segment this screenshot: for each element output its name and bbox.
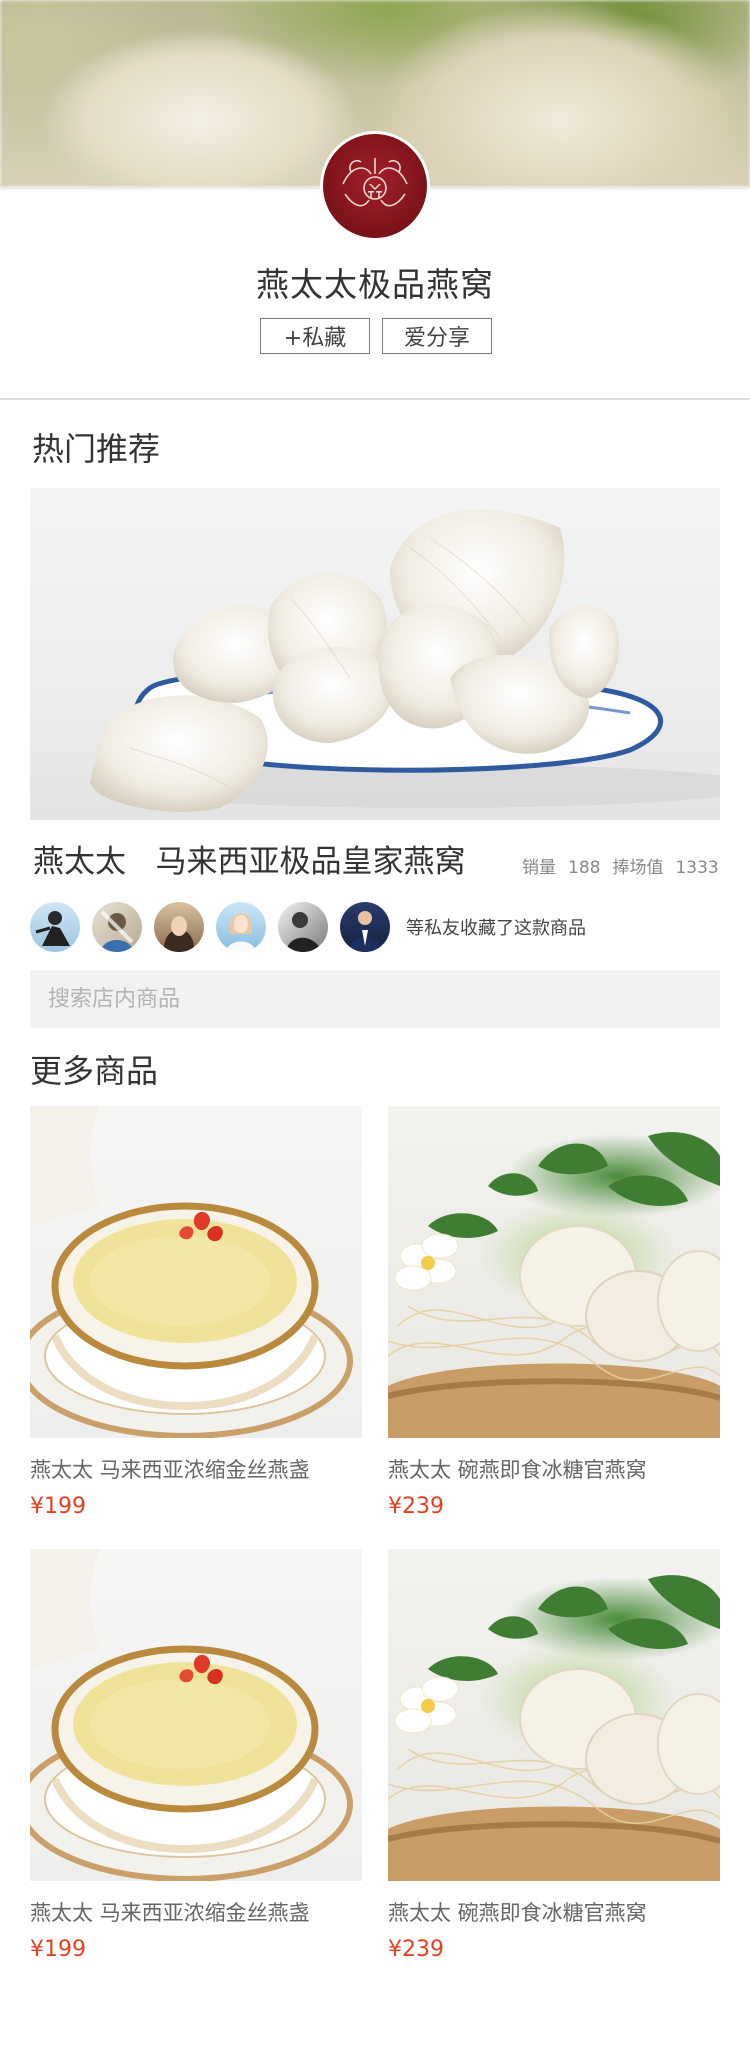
product-price: ¥239 [388,1494,444,1519]
fan-avatar[interactable] [216,902,266,952]
hot-product-image[interactable] [30,488,720,820]
product-image-soup[interactable] [30,1549,362,1881]
collect-shop-button[interactable]: +私藏 [260,318,370,354]
shop-search-input[interactable] [46,985,720,1013]
shop-search-bar[interactable] [30,970,720,1028]
fan-avatar[interactable] [278,902,328,952]
product-card[interactable]: 燕太太 碗燕即食冰糖官燕窝 ¥239 [388,1549,720,1962]
shop-logo[interactable] [320,131,430,241]
product-name[interactable]: 燕太太 碗燕即食冰糖官燕窝 [388,1454,720,1484]
shop-logo-emblem-icon [342,158,408,207]
soup-bowl-illustration [30,1106,353,1438]
product-price: ¥239 [388,1937,444,1962]
nest-plate-illustration [388,1575,720,1881]
fans-note: 等私友收藏了这款商品 [406,918,586,939]
product-name[interactable]: 燕太太 碗燕即食冰糖官燕窝 [388,1897,720,1927]
fan-avatar[interactable] [92,902,142,952]
product-image-nest[interactable] [388,1106,720,1438]
fan-avatar[interactable] [154,902,204,952]
product-image-nest[interactable] [388,1549,720,1881]
more-section-title: 更多商品 [30,1052,159,1090]
product-name[interactable]: 燕太太 马来西亚浓缩金丝燕盏 [30,1454,362,1484]
section-divider [0,398,750,400]
hype-label: 捧场值 [612,858,664,878]
hot-product-title[interactable]: 燕太太 马来西亚极品皇家燕窝 [33,836,466,881]
product-name[interactable]: 燕太太 马来西亚浓缩金丝燕盏 [30,1897,362,1927]
bird-nest-spoon-illustration [90,509,720,812]
fan-avatar[interactable] [30,902,80,952]
hype-value: 1333 [675,858,719,878]
fan-avatar[interactable] [340,902,390,952]
sales-value: 188 [568,858,601,878]
hot-product-stats: 销量 188 捧场值 1333 [522,853,731,878]
soup-bowl-illustration [30,1549,353,1881]
fans-list: 等私友收藏了这款商品 [30,902,586,952]
product-price: ¥199 [30,1937,86,1962]
share-shop-button[interactable]: 爱分享 [382,318,492,354]
product-card[interactable]: 燕太太 马来西亚浓缩金丝燕盏 ¥199 [30,1106,362,1519]
product-price: ¥199 [30,1494,86,1519]
hot-section-title: 热门推荐 [32,430,161,468]
product-card[interactable]: 燕太太 碗燕即食冰糖官燕窝 ¥239 [388,1106,720,1519]
product-card[interactable]: 燕太太 马来西亚浓缩金丝燕盏 ¥199 [30,1549,362,1962]
sales-label: 销量 [522,858,556,878]
product-image-soup[interactable] [30,1106,362,1438]
nest-plate-illustration [388,1132,720,1438]
shop-name: 燕太太极品燕窝 [256,265,494,304]
